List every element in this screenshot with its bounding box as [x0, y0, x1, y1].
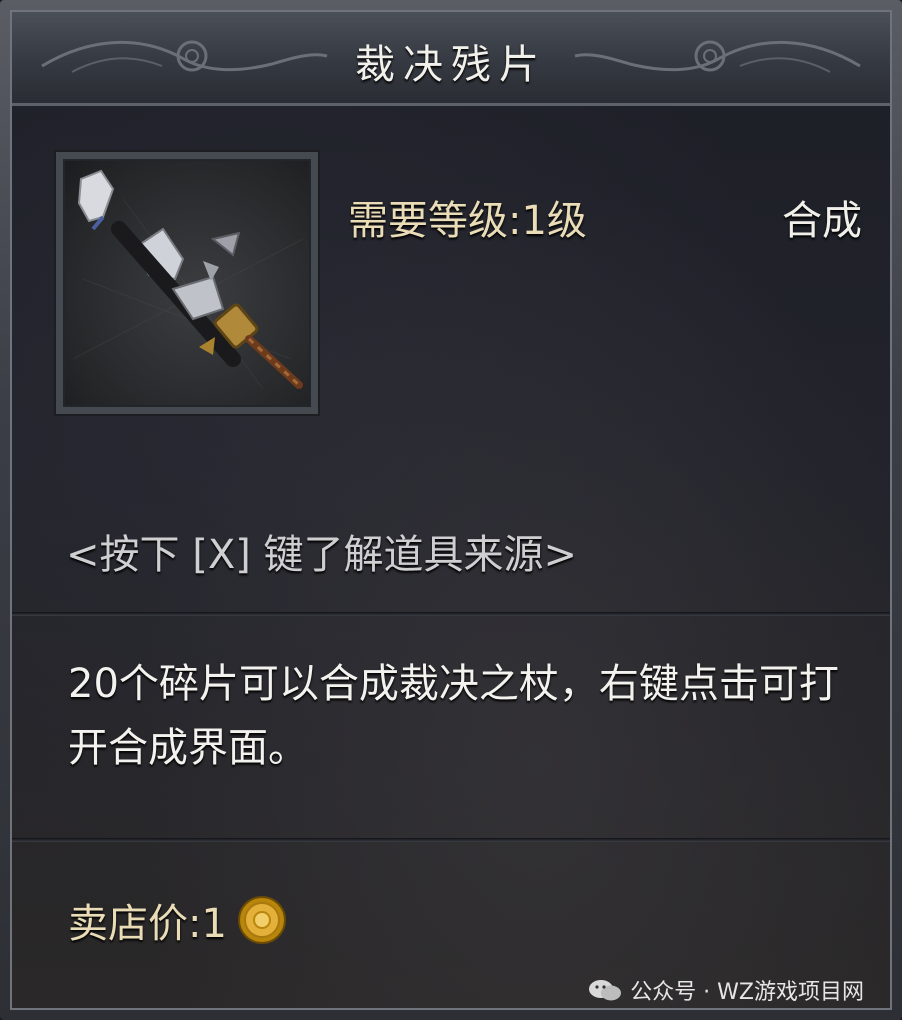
sell-price: 卖店价:1 [68, 901, 227, 947]
watermark: 公众号 · WZ游戏项目网 [588, 974, 864, 1006]
item-name: 裁决残片 [355, 42, 547, 88]
item-icon-slot[interactable] [56, 152, 318, 414]
sword-fragment-icon [72, 169, 304, 390]
sell-price-row: 卖店价:1 [68, 890, 287, 950]
title-bar: 裁决残片 [12, 12, 890, 106]
watermark-text: 公众号 · WZ游戏项目网 [630, 980, 864, 1005]
gold-coin-icon [237, 896, 286, 944]
required-level: 需要等级:1级 [348, 198, 587, 244]
wechat-icon [589, 980, 622, 1001]
item-type: 合成 [782, 198, 862, 244]
item-tooltip-panel: 裁决残片 需要等级:1级 合成 <按下 [X] 键了解道具来源> 20个碎片可以… [10, 10, 892, 1010]
item-description: 20个碎片可以合成裁决之杖，右键点击可打开合成界面。 [68, 661, 839, 771]
tooltip-frame: 裁决残片 需要等级:1级 合成 <按下 [X] 键了解道具来源> 20个碎片可以… [0, 0, 902, 1020]
item-source-hint: <按下 [X] 键了解道具来源> [66, 532, 578, 578]
divider [12, 612, 890, 616]
divider [12, 838, 890, 842]
